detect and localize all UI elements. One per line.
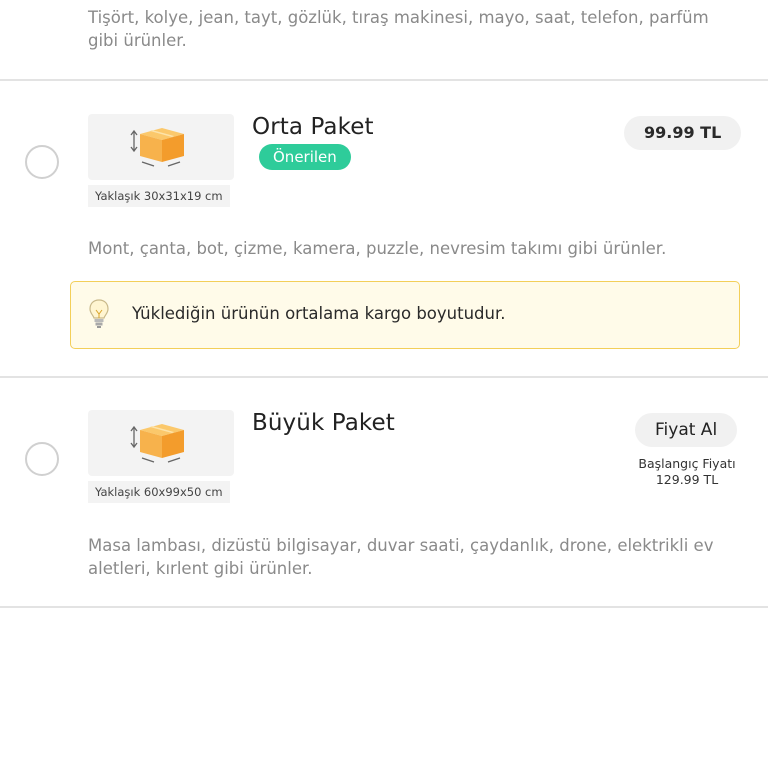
- package-size-label: Yaklaşık 60x99x50 cm: [88, 481, 230, 503]
- start-price-label: Başlangıç Fiyatı: [638, 456, 736, 471]
- radio-buyuk-paket[interactable]: [25, 442, 59, 476]
- package-description: Masa lambası, dizüstü bilgisayar, duvar …: [88, 536, 714, 578]
- package-size-label: Yaklaşık 30x31x19 cm: [88, 185, 230, 207]
- package-title: Büyük Paket: [252, 410, 395, 436]
- box-icon: [130, 128, 184, 167]
- divider: [0, 79, 768, 81]
- tip-text: Yüklediğin ürünün ortalama kargo boyutud…: [132, 304, 506, 323]
- package-thumbnail: [88, 410, 234, 476]
- package-thumbnail: [88, 114, 234, 180]
- divider: [0, 606, 768, 608]
- get-price-button[interactable]: Fiyat Al: [635, 413, 738, 447]
- price-pill[interactable]: 99.99 TL: [624, 116, 742, 150]
- radio-orta-paket[interactable]: [25, 145, 59, 179]
- previous-package-description: Tişört, kolye, jean, tayt, gözlük, tıraş…: [88, 8, 709, 50]
- package-title: Orta Paket: [252, 114, 374, 140]
- box-icon: [130, 424, 184, 463]
- start-price-value: 129.99 TL: [655, 472, 719, 487]
- package-description: Mont, çanta, bot, çizme, kamera, puzzle,…: [88, 239, 667, 258]
- tip-banner: Yüklediğin ürünün ortalama kargo boyutud…: [70, 281, 740, 349]
- lightbulb-icon: [89, 299, 109, 333]
- divider: [0, 376, 768, 378]
- recommended-badge: Önerilen: [259, 144, 351, 170]
